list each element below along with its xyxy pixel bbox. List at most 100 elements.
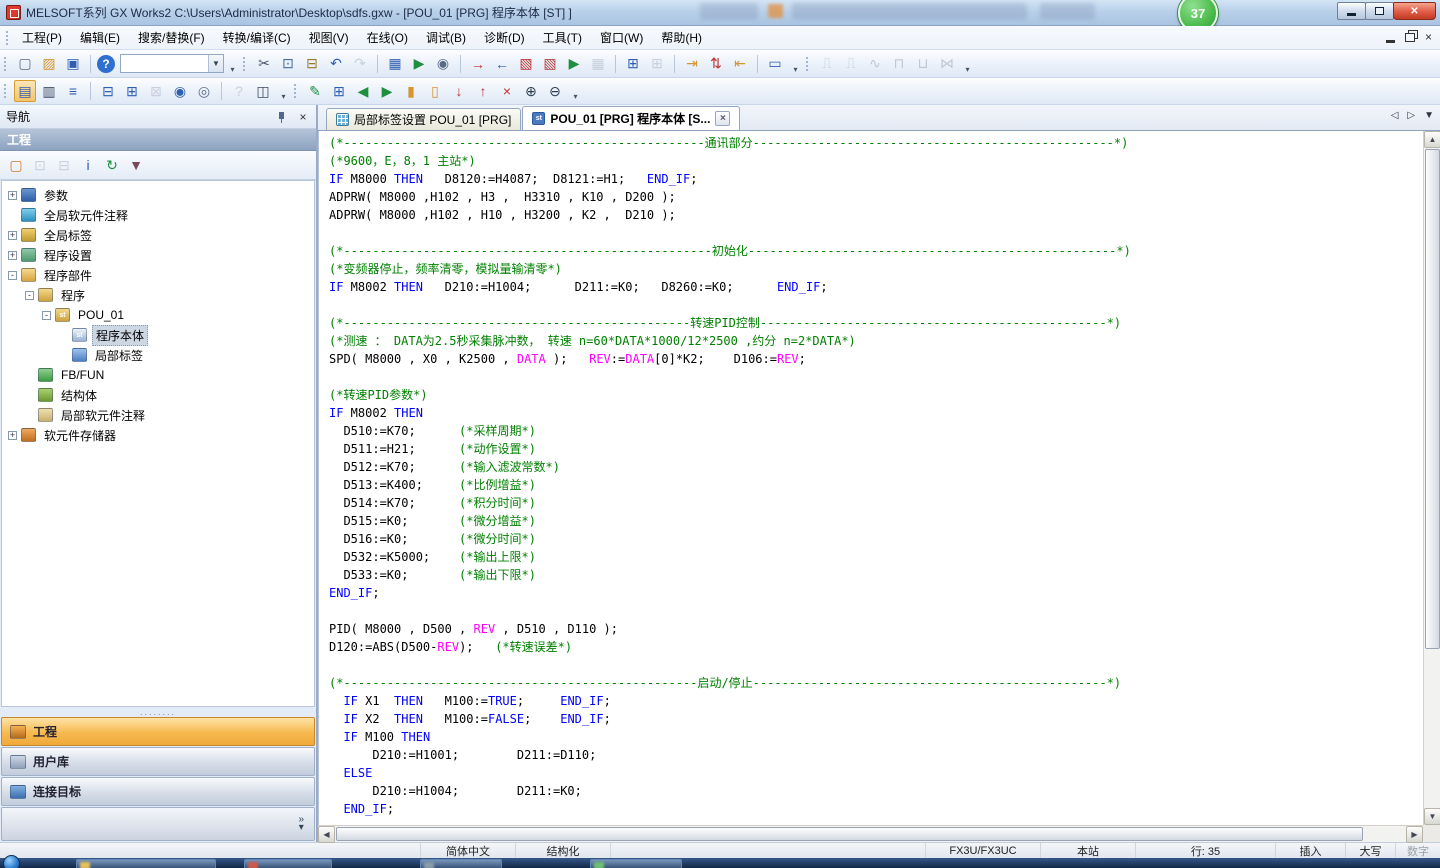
- menu-item[interactable]: 帮助(H): [652, 26, 711, 49]
- tree-item-局部标签[interactable]: 局部标签: [2, 345, 314, 365]
- close-button[interactable]: ✕: [1393, 2, 1436, 20]
- tree-item-程序本体[interactable]: st程序本体: [2, 325, 314, 345]
- tree-item-全局标签[interactable]: +全局标签: [2, 225, 314, 245]
- find-combobox[interactable]: ▼: [120, 54, 224, 73]
- sort-filter-icon[interactable]: ▼: [125, 154, 147, 176]
- tree-item-结构体[interactable]: 结构体: [2, 385, 314, 405]
- tree-expander-icon[interactable]: +: [8, 191, 17, 200]
- delete-row-icon[interactable]: ×: [496, 80, 518, 102]
- device-label-dev-icon[interactable]: ⊞: [121, 80, 143, 102]
- tree-item-程序部件[interactable]: -程序部件: [2, 265, 314, 285]
- tree-expander-icon[interactable]: -: [8, 271, 17, 280]
- tree-expander-icon[interactable]: +: [8, 251, 17, 260]
- toolbar-overflow-icon[interactable]: ▾: [789, 53, 802, 75]
- refresh-view-icon[interactable]: ↻: [101, 154, 123, 176]
- tree-item-程序[interactable]: -程序: [2, 285, 314, 305]
- item-info-icon[interactable]: i: [77, 154, 99, 176]
- tree-expander-icon[interactable]: +: [8, 231, 17, 240]
- menu-item[interactable]: 编辑(E): [71, 26, 129, 49]
- tab-local-label-setting[interactable]: 局部标签设置 POU_01 [PRG]: [326, 108, 521, 130]
- scroll-right-icon[interactable]: ▶: [1406, 826, 1423, 843]
- menu-item[interactable]: 诊断(D): [475, 26, 534, 49]
- move-down-icon[interactable]: ↓: [448, 80, 470, 102]
- statement-batch-icon[interactable]: ⇤: [729, 53, 751, 75]
- horizontal-scroll-thumb[interactable]: [336, 827, 1363, 841]
- tree-expander-icon[interactable]: -: [25, 291, 34, 300]
- device-read-icon[interactable]: ⊞: [622, 53, 644, 75]
- online-monitor-icon[interactable]: ▧: [539, 53, 561, 75]
- scroll-up-icon[interactable]: ▲: [1424, 131, 1440, 148]
- undo-icon[interactable]: ↶: [325, 53, 347, 75]
- menu-item[interactable]: 视图(V): [300, 26, 358, 49]
- tab-scroll-right-icon[interactable]: ▷: [1407, 110, 1415, 121]
- tree-item-FB/FUN[interactable]: FB/FUN: [2, 365, 314, 385]
- new-project-icon[interactable]: ▢: [14, 53, 36, 75]
- menu-item[interactable]: 工具(T): [534, 26, 591, 49]
- cut-icon[interactable]: ✂: [253, 53, 275, 75]
- menu-item[interactable]: 调试(B): [417, 26, 475, 49]
- insert-il-row-icon[interactable]: ▯: [424, 80, 446, 102]
- tree-item-局部软元件注释[interactable]: 局部软元件注释: [2, 405, 314, 425]
- taskbar-button[interactable]: [590, 859, 682, 868]
- device-hw-find-icon[interactable]: ◉: [432, 53, 454, 75]
- monitor-run-icon[interactable]: ▶: [563, 53, 585, 75]
- menu-item[interactable]: 在线(O): [358, 26, 417, 49]
- zoom-in-icon[interactable]: ⊕: [520, 80, 542, 102]
- device-comment-find-icon[interactable]: ▦: [384, 53, 406, 75]
- find-binoculars-icon[interactable]: ◫: [252, 80, 274, 102]
- tab-scroll-left-icon[interactable]: ◁: [1391, 110, 1399, 121]
- configure-buttons-icon[interactable]: ▾: [299, 824, 304, 832]
- st-edit-icon[interactable]: ✎: [304, 80, 326, 102]
- work-list-icon[interactable]: ≡: [62, 80, 84, 102]
- insert-row-icon[interactable]: ▮: [400, 80, 422, 102]
- tree-item-软元件存储器[interactable]: +软元件存储器: [2, 425, 314, 445]
- device-display-mode-icon[interactable]: ◉: [169, 80, 191, 102]
- toolbar-overflow-icon[interactable]: ▾: [961, 53, 974, 75]
- scroll-down-icon[interactable]: ▼: [1424, 808, 1440, 825]
- module-configuration-icon[interactable]: ▥: [38, 80, 60, 102]
- panel-close-icon[interactable]: ×: [296, 110, 310, 124]
- statement-insert-icon[interactable]: ⇥: [681, 53, 703, 75]
- minimize-button[interactable]: [1337, 2, 1366, 20]
- tree-expander-icon[interactable]: -: [42, 311, 51, 320]
- menu-item[interactable]: 工程(P): [13, 26, 71, 49]
- tree-item-全局软元件注释[interactable]: 全局软元件注释: [2, 205, 314, 225]
- zoom-out-icon[interactable]: ⊖: [544, 80, 566, 102]
- save-project-icon[interactable]: ▣: [62, 53, 84, 75]
- open-project-icon[interactable]: ▨: [38, 53, 60, 75]
- menu-item[interactable]: 搜索/替换(F): [129, 26, 214, 49]
- write-to-plc-icon[interactable]: →: [467, 53, 489, 75]
- toolbar-overflow-icon[interactable]: ▾: [569, 80, 582, 102]
- tree-item-参数[interactable]: +参数: [2, 185, 314, 205]
- nav-button-project[interactable]: 工程: [1, 717, 315, 746]
- panel-splitter-handle[interactable]: ........: [0, 707, 316, 716]
- toolbar-overflow-icon[interactable]: ▾: [226, 53, 239, 75]
- find-next-icon[interactable]: ▶: [376, 80, 398, 102]
- start-orb-icon[interactable]: [3, 855, 20, 868]
- paste-icon[interactable]: ⊟: [301, 53, 323, 75]
- horizontal-scrollbar[interactable]: ◀ ▶: [318, 825, 1423, 842]
- new-item-icon[interactable]: ▢: [5, 154, 27, 176]
- help-icon[interactable]: ?: [97, 55, 115, 73]
- copy-icon[interactable]: ⊡: [277, 53, 299, 75]
- online-verify-icon[interactable]: ▧: [515, 53, 537, 75]
- mdi-minimize-button[interactable]: [1386, 40, 1395, 43]
- tree-item-程序设置[interactable]: +程序设置: [2, 245, 314, 265]
- st-document-icon[interactable]: ⊞: [328, 80, 350, 102]
- taskbar-button[interactable]: [244, 859, 332, 868]
- nav-button-user-library[interactable]: 用户库: [1, 747, 315, 776]
- taskbar-button[interactable]: [76, 859, 216, 868]
- device-find-icon[interactable]: ◎: [193, 80, 215, 102]
- tab-close-icon[interactable]: ×: [715, 111, 730, 126]
- restore-button[interactable]: [1365, 2, 1394, 20]
- pin-icon[interactable]: [274, 110, 288, 124]
- mdi-restore-button[interactable]: [1405, 33, 1415, 42]
- project-tree-toggle-icon[interactable]: ▤: [14, 80, 36, 102]
- vertical-scroll-thumb[interactable]: [1425, 149, 1440, 649]
- note-insert-icon[interactable]: ⇅: [705, 53, 727, 75]
- tree-expander-icon[interactable]: +: [8, 431, 17, 440]
- vertical-scrollbar[interactable]: ▲ ▼: [1423, 131, 1440, 825]
- menu-item[interactable]: 转换/编译(C): [214, 26, 300, 49]
- move-up-icon[interactable]: ↑: [472, 80, 494, 102]
- scroll-left-icon[interactable]: ◀: [318, 826, 335, 843]
